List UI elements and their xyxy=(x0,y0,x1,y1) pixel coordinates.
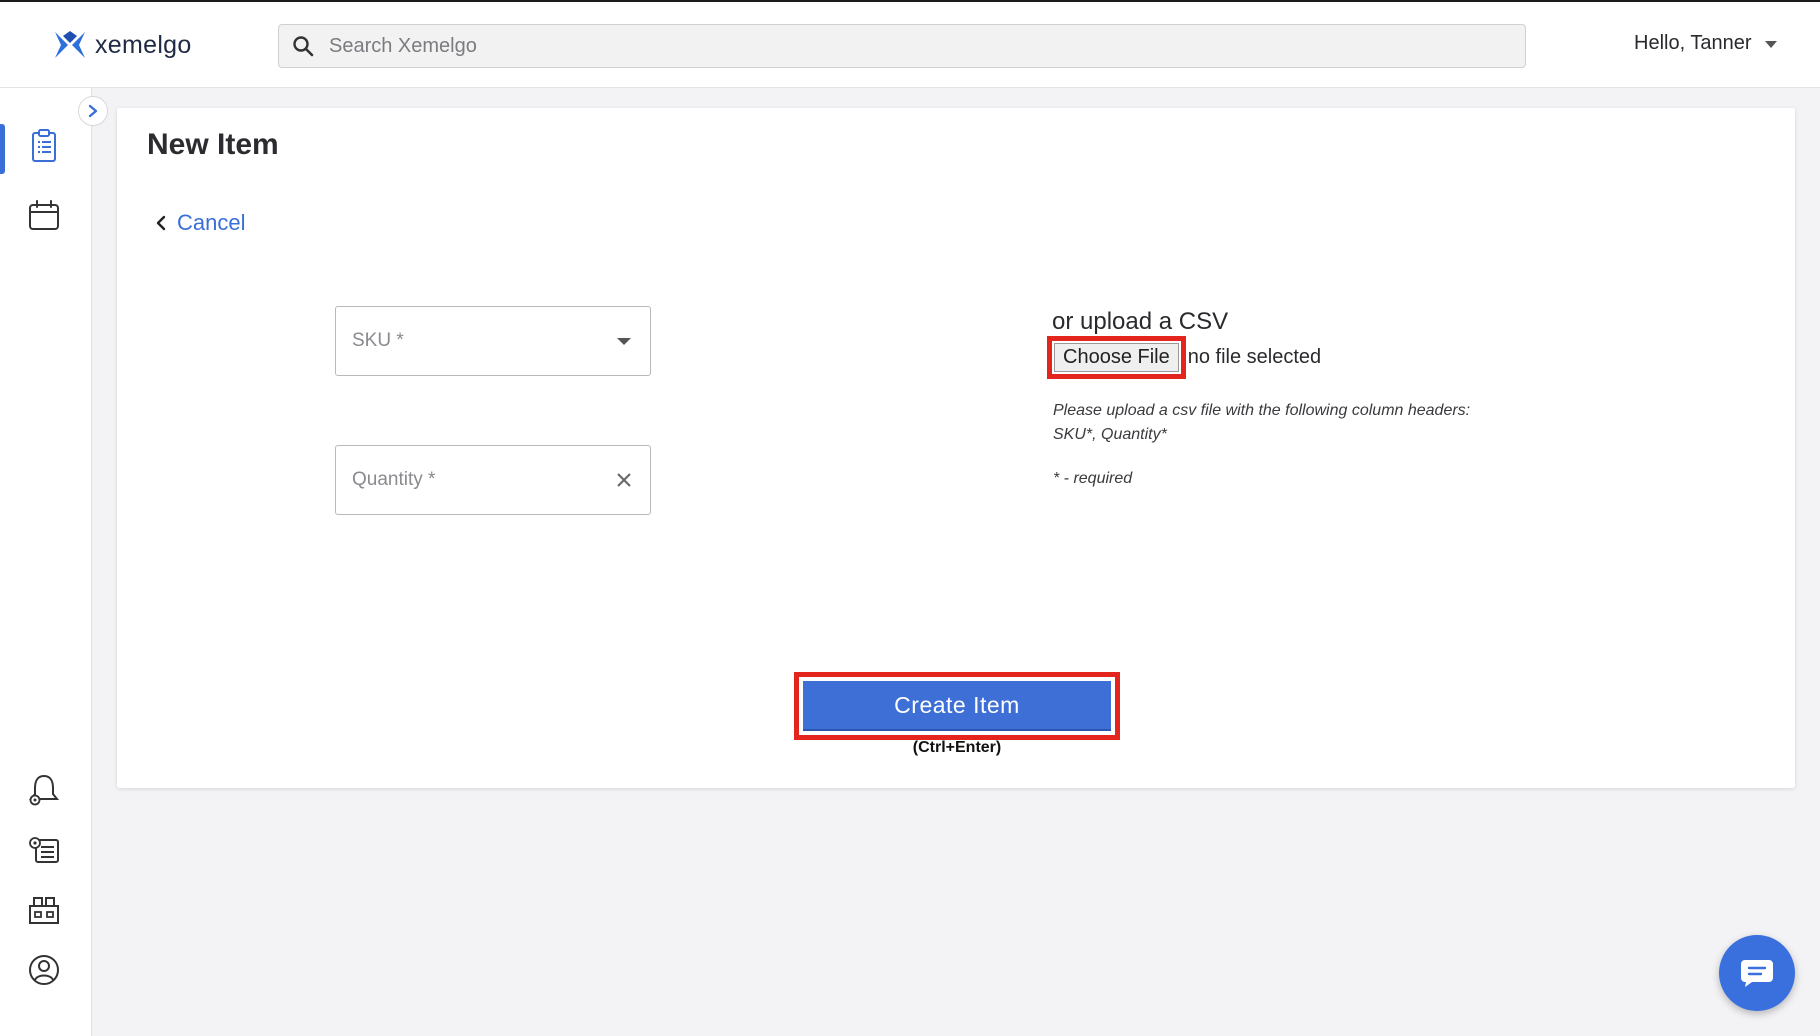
calendar-icon[interactable] xyxy=(26,198,62,234)
factory-icon[interactable] xyxy=(26,892,62,928)
file-input-row: Choose File no file selected xyxy=(1047,336,1321,379)
keyboard-shortcut-hint: (Ctrl+Enter) xyxy=(912,739,1002,756)
top-bar: xemelgo Hello, Tanner xyxy=(0,0,1820,88)
chevron-right-icon xyxy=(88,104,98,118)
create-item-highlight: Create Item xyxy=(794,672,1120,740)
logo-text: xemelgo xyxy=(95,30,192,59)
list-gear-icon[interactable] xyxy=(26,832,62,868)
clear-button[interactable] xyxy=(604,472,644,488)
page-title: New Item xyxy=(147,128,279,161)
chat-button[interactable] xyxy=(1719,935,1795,1011)
user-circle-icon[interactable] xyxy=(26,952,62,988)
xemelgo-logo-icon xyxy=(55,31,85,58)
quantity-label: Quantity * xyxy=(352,469,436,490)
clipboard-list-icon[interactable] xyxy=(26,128,62,164)
user-greeting: Hello, Tanner xyxy=(1634,32,1752,54)
file-status: no file selected xyxy=(1187,346,1322,368)
close-icon xyxy=(617,473,631,487)
search-input[interactable] xyxy=(329,34,1479,58)
chat-bubble-icon xyxy=(1741,960,1773,987)
chevron-down-icon xyxy=(1765,41,1778,48)
create-item-button[interactable]: Create Item xyxy=(803,681,1111,731)
required-note: * - required xyxy=(1053,470,1133,487)
chevron-left-icon xyxy=(156,215,166,231)
new-item-card: New Item Cancel SKU * Quantity * or uplo… xyxy=(117,108,1795,788)
choose-file-highlight: Choose File xyxy=(1047,336,1186,379)
cancel-link[interactable]: Cancel xyxy=(155,210,245,236)
cancel-label: Cancel xyxy=(177,210,246,235)
csv-hint-line2: SKU*, Quantity* xyxy=(1053,426,1167,443)
quantity-field[interactable]: Quantity * xyxy=(335,445,651,515)
sidebar xyxy=(0,88,92,1036)
sku-label: SKU * xyxy=(352,330,404,351)
search-icon xyxy=(293,36,314,57)
csv-hint-line1: Please upload a csv file with the follow… xyxy=(1053,402,1471,419)
user-menu[interactable]: Hello, Tanner xyxy=(1634,32,1778,55)
sku-dropdown[interactable]: SKU * xyxy=(335,306,651,376)
xemelgo-logo[interactable]: xemelgo xyxy=(55,30,192,60)
csv-upload-title: or upload a CSV xyxy=(1052,308,1229,335)
choose-file-button[interactable]: Choose File xyxy=(1054,343,1179,372)
bell-gear-icon[interactable] xyxy=(26,772,62,808)
search-bar[interactable] xyxy=(278,24,1526,68)
sidebar-expand-button[interactable] xyxy=(78,96,108,126)
sidebar-active-indicator xyxy=(0,124,5,174)
dropdown-arrow[interactable] xyxy=(604,337,644,345)
chevron-down-icon xyxy=(617,337,631,345)
